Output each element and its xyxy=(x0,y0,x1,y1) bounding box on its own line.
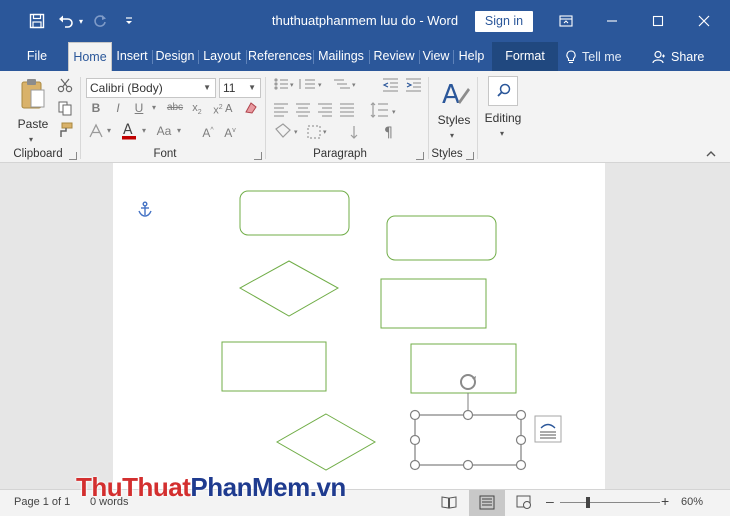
selected-shape[interactable] xyxy=(414,393,522,466)
zoom-out-icon[interactable]: – xyxy=(546,493,554,509)
flowchart-decision-shape[interactable] xyxy=(238,260,340,317)
flowchart-process-shape[interactable] xyxy=(380,278,487,329)
watermark-part3: .vn xyxy=(309,472,347,502)
watermark-part2: PhanMem xyxy=(190,472,310,502)
watermark-logo: ThuThuatPhanMem.vn xyxy=(76,472,346,502)
resize-handle[interactable] xyxy=(409,459,421,471)
zoom-slider[interactable] xyxy=(560,502,660,503)
layout-options-icon[interactable] xyxy=(534,415,562,443)
resize-handle[interactable] xyxy=(515,434,527,446)
flowchart-terminator-shape[interactable] xyxy=(239,190,350,236)
resize-handle[interactable] xyxy=(409,434,421,446)
zoom-slider-thumb[interactable] xyxy=(586,497,590,508)
page-count[interactable]: Page 1 of 1 xyxy=(14,496,70,508)
flowchart-terminator-shape[interactable] xyxy=(386,215,497,261)
zoom-level[interactable]: 60% xyxy=(681,496,703,508)
watermark-part1: ThuThuat xyxy=(76,472,191,502)
resize-handle[interactable] xyxy=(462,409,474,421)
rotation-handle-icon[interactable] xyxy=(460,374,476,390)
flowchart-canvas xyxy=(138,190,562,471)
resize-handle[interactable] xyxy=(515,409,527,421)
read-mode-icon[interactable] xyxy=(441,494,457,510)
resize-handle[interactable] xyxy=(515,459,527,471)
resize-handle[interactable] xyxy=(462,459,474,471)
web-layout-icon[interactable] xyxy=(516,494,532,510)
zoom-in-icon[interactable]: + xyxy=(661,493,669,509)
flowchart-decision-shape[interactable] xyxy=(275,413,377,471)
anchor-icon xyxy=(138,201,152,217)
print-layout-icon[interactable] xyxy=(469,490,505,516)
flowchart-process-shape[interactable] xyxy=(221,341,327,392)
resize-handle[interactable] xyxy=(409,409,421,421)
